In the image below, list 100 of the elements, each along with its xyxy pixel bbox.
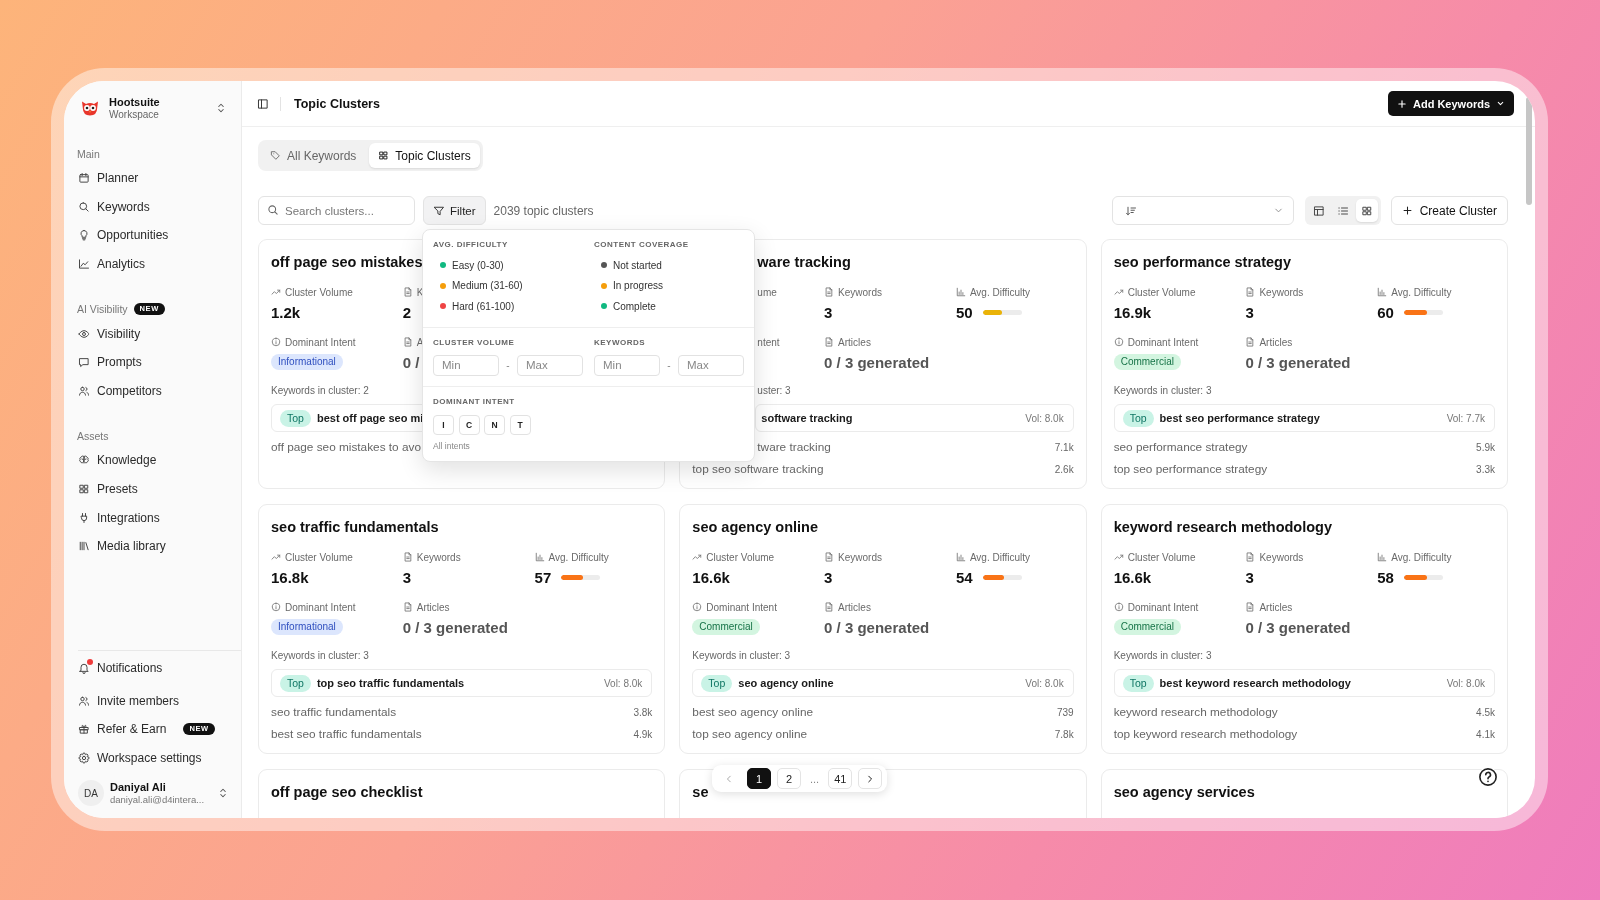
intent-toggle-button[interactable]: I: [433, 414, 454, 435]
intent-badge: Commercial: [1113, 354, 1181, 370]
stat-label: Avg. Difficulty: [969, 551, 1031, 563]
cluster-card[interactable]: [1100, 239, 1508, 489]
stat-value: 16.6k: [1113, 568, 1152, 586]
keyword-count: uster: 3: [757, 384, 791, 398]
stat-label: Cluster Volume: [1127, 551, 1196, 563]
chevron-down-icon: [1496, 99, 1505, 108]
intent-toggle-button[interactable]: T: [509, 414, 531, 435]
filter-option[interactable]: In progress: [594, 275, 670, 296]
keyword-text: seo traffic fundamentals: [271, 705, 397, 719]
min-input[interactable]: Min: [594, 354, 660, 376]
min-input[interactable]: Min: [433, 354, 499, 376]
page-button[interactable]: 2: [777, 768, 801, 789]
create-cluster-button[interactable]: Create Cluster: [1390, 196, 1508, 225]
filter-option[interactable]: Hard (61-100): [433, 296, 521, 317]
max-input[interactable]: Max: [517, 354, 583, 376]
stat-value: 60: [1377, 303, 1394, 321]
help-icon: [1478, 767, 1498, 787]
sidebar-toggle-icon[interactable]: [257, 97, 269, 110]
stat-label: Dominant Intent: [1127, 601, 1199, 613]
nav-item[interactable]: Media library: [64, 531, 233, 561]
tab[interactable]: Topic Clusters: [369, 143, 480, 168]
keyword-volume: 7.8k: [1054, 728, 1074, 740]
card-title: se: [692, 783, 709, 802]
help-button[interactable]: [1478, 767, 1498, 787]
filter-option[interactable]: Medium (31-60): [433, 275, 529, 296]
intent-toggle-button[interactable]: N: [484, 414, 505, 435]
filter-option[interactable]: Complete: [594, 296, 662, 317]
people-icon: [78, 694, 90, 707]
intent-toggle-button[interactable]: C: [458, 414, 480, 435]
bell-icon: [78, 661, 90, 674]
card-title: seo traffic fundamentals: [271, 518, 439, 537]
keyword-volume: Vol: 8.0k: [1025, 677, 1064, 689]
stat-label: Cluster Volume: [285, 286, 353, 298]
stat-value: 1.2k: [271, 303, 301, 321]
search-field[interactable]: Search clusters...: [258, 196, 415, 225]
bar-chart-icon: [1377, 287, 1388, 297]
nav-item[interactable]: Presets: [64, 474, 233, 504]
top-badge: Top: [280, 674, 311, 692]
stat-value: 50: [955, 303, 973, 321]
info-icon: [271, 602, 281, 612]
document-icon: [402, 337, 413, 347]
nav-item[interactable]: Competitors: [64, 376, 233, 406]
keyword-text: best seo performance strategy: [1159, 412, 1320, 424]
stat-label: Articles: [1259, 336, 1293, 348]
stat-label: Dominant Intent: [1127, 336, 1199, 348]
cluster-card[interactable]: [1100, 504, 1508, 754]
intent-badge: Informational: [271, 354, 343, 370]
keyword-volume: 4.9k: [633, 728, 653, 740]
tab[interactable]: All Keywords: [261, 143, 366, 168]
stat-value: 3: [824, 568, 833, 586]
eye-icon: [78, 327, 90, 340]
cluster-card[interactable]: seo agency services: [1100, 769, 1508, 818]
cluster-card[interactable]: [679, 504, 1087, 754]
info-icon: [692, 602, 703, 612]
keyword-volume: 4.1k: [1476, 728, 1495, 740]
workspace-label: Workspace: [109, 108, 159, 121]
cluster-card[interactable]: [258, 504, 666, 754]
page-button[interactable]: 1: [747, 768, 771, 789]
nav-item[interactable]: Knowledge: [64, 446, 233, 475]
filter-button[interactable]: Filter: [423, 196, 486, 225]
chevron-up-down-icon[interactable]: [215, 102, 227, 114]
max-input[interactable]: Max: [678, 354, 744, 376]
nav-item[interactable]: Notifications: [78, 653, 233, 683]
top-badge: Top: [280, 409, 311, 427]
section-label: Assets: [77, 430, 109, 443]
keyword-count: Keywords in cluster: 3: [692, 649, 791, 663]
chevron-up-down-icon[interactable]: [217, 787, 229, 799]
filter-option[interactable]: Easy (0-30): [433, 255, 510, 276]
view-button[interactable]: [1355, 199, 1378, 222]
nav-item[interactable]: Analytics: [64, 249, 233, 279]
document-icon: [824, 552, 835, 562]
keyword-volume: Vol: 8.0k: [1446, 677, 1485, 689]
nav-item[interactable]: Invite members: [78, 686, 233, 715]
filter-heading: CLUSTER VOLUME: [433, 336, 515, 349]
nav-item[interactable]: Keywords: [64, 192, 233, 222]
stat-value: 16.6k: [692, 568, 730, 586]
keyword-count: Keywords in cluster: 3: [1113, 384, 1212, 398]
nav-item[interactable]: Prompts: [64, 347, 233, 377]
nav-item[interactable]: Workspace settings: [78, 743, 233, 772]
nav-item[interactable]: Planner: [64, 164, 233, 193]
page-button[interactable]: 41: [828, 768, 853, 789]
nav-item[interactable]: Visibility: [64, 319, 233, 348]
bar-chart-icon: [534, 552, 545, 562]
line-chart-icon: [78, 258, 90, 271]
intent-badge: Commercial: [1113, 619, 1181, 635]
scrollbar-thumb[interactable]: [1526, 97, 1532, 205]
cluster-card[interactable]: off page seo checklist: [258, 769, 666, 818]
filter-option[interactable]: Not started: [594, 255, 668, 276]
top-badge: Top: [1122, 409, 1154, 427]
stat-label: Articles: [416, 601, 450, 613]
user-name: Daniyal Ali: [110, 780, 166, 794]
add-keywords-button[interactable]: Add Keywords: [1388, 91, 1514, 116]
card-title: keyword research methodology: [1113, 518, 1333, 537]
stat-label: Keywords: [838, 286, 882, 298]
nav-item[interactable]: Integrations: [64, 503, 233, 532]
nav-item[interactable]: Opportunities: [64, 221, 233, 250]
stat-label: ume: [757, 286, 777, 298]
top-badge: Top: [701, 674, 733, 692]
